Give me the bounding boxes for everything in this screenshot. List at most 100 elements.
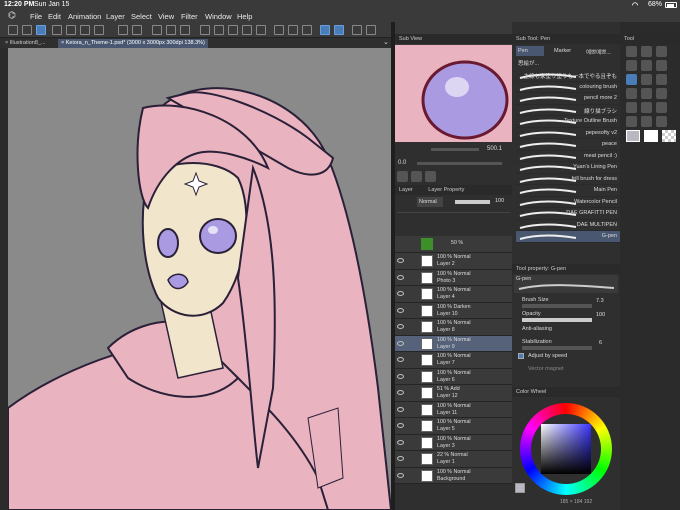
snap-icon[interactable] — [274, 25, 284, 35]
stroke-icon[interactable] — [320, 25, 330, 35]
layer-row[interactable]: 100 % Normal Layer 6 — [395, 368, 512, 385]
brush-item[interactable]: colouring brush — [516, 82, 620, 93]
layer-row[interactable]: 22 % Normal Layer 1 — [395, 451, 512, 468]
eye-icon[interactable] — [397, 472, 404, 478]
eye-icon[interactable] — [397, 340, 404, 346]
brush-item[interactable]: meat pencil :) — [516, 151, 620, 162]
zoom-tool-icon[interactable] — [626, 46, 637, 57]
tab-keiora-theme[interactable]: × Keiora_n_Theme-1.psd* (3000 x 3000px 3… — [58, 39, 208, 48]
drawing-canvas[interactable] — [8, 48, 391, 510]
opacity-slider[interactable] — [522, 318, 592, 322]
export-icon[interactable] — [94, 25, 104, 35]
eyedropper-tool-icon[interactable] — [656, 60, 667, 71]
eye-icon[interactable] — [397, 423, 404, 428]
cut-icon[interactable] — [152, 25, 162, 35]
brush-item[interactable]: Main Pen — [516, 185, 620, 197]
layer-row[interactable]: 100 % Normal Layer 2 — [395, 253, 512, 270]
undo-icon[interactable] — [118, 25, 128, 35]
blend-mode-select[interactable]: Normal — [417, 197, 443, 207]
stroke-alt-icon[interactable] — [334, 25, 344, 35]
transform-icon[interactable] — [228, 25, 238, 35]
brush-item[interactable]: G-pen — [516, 231, 620, 243]
clear-icon[interactable] — [200, 25, 210, 35]
brush-tool-icon[interactable] — [656, 74, 667, 85]
brush-item[interactable]: pepesofty v2 — [516, 128, 620, 139]
zoom-slider[interactable] — [431, 148, 479, 151]
layer-row-top[interactable]: 50 % — [395, 236, 512, 253]
tab-layer[interactable]: Layer — [399, 187, 413, 193]
layer-row[interactable]: 100 % Normal Layer 4 — [395, 286, 512, 303]
eye-icon[interactable] — [397, 291, 404, 296]
zoom-in-icon[interactable] — [397, 171, 408, 182]
eye-icon[interactable] — [397, 373, 404, 379]
perspective-icon[interactable] — [366, 25, 376, 35]
pencil-tool-icon[interactable] — [641, 74, 652, 85]
fit-icon[interactable] — [22, 25, 32, 35]
symmetry-icon[interactable] — [352, 25, 362, 35]
layer-row[interactable]: 100 % Normal Layer 5 — [395, 418, 512, 435]
brush-item[interactable]: Yuan's Lining Pen — [516, 162, 620, 174]
menu-window[interactable]: Window — [205, 12, 232, 21]
layer-row[interactable]: 100 % Normal Layer 11 — [395, 401, 512, 418]
menu-help[interactable]: Help — [237, 12, 252, 21]
tab-illustration8[interactable]: × Illustration8_... — [2, 39, 56, 48]
brush-item[interactable]: peace — [516, 139, 620, 151]
pen-tool-icon[interactable] — [626, 74, 637, 85]
sub-color-swatch[interactable] — [644, 130, 658, 142]
app-logo-icon[interactable]: ⌬ — [8, 10, 16, 21]
menu-layer[interactable]: Layer — [106, 12, 125, 21]
eye-icon[interactable] — [397, 406, 404, 412]
brush-item[interactable]: pencil more 2 — [516, 93, 620, 105]
menu-select[interactable]: Select — [131, 12, 152, 21]
layer-row[interactable]: 100 % Normal Layer 8 — [395, 319, 512, 336]
eye-icon[interactable] — [397, 456, 404, 461]
decoration-tool-icon[interactable] — [641, 88, 652, 99]
frame-tool-icon[interactable] — [641, 116, 652, 127]
eye-icon[interactable] — [397, 439, 404, 445]
menu-view[interactable]: View — [158, 12, 174, 21]
chevron-down-icon[interactable]: ⌄ — [383, 38, 389, 46]
layer-row[interactable]: 100 % Darken Layer 10 — [395, 302, 512, 319]
figure-tool-icon[interactable] — [626, 116, 637, 127]
stabilization-slider[interactable] — [522, 346, 592, 350]
menu-edit[interactable]: Edit — [48, 12, 61, 21]
brush-item[interactable]: frill brush for dress — [516, 174, 620, 185]
brush-item[interactable]: 主線も家塗り塗りも一本でやる且ぞも — [516, 70, 620, 82]
eye-icon[interactable] — [397, 324, 404, 329]
quick-access-icon[interactable] — [36, 25, 46, 35]
eye-icon[interactable] — [397, 390, 404, 395]
ruler-icon[interactable] — [288, 25, 298, 35]
layer-row[interactable]: 51 % Add Layer 12 — [395, 385, 512, 402]
rotate-slider[interactable] — [417, 162, 502, 165]
layer-row[interactable]: 100 % Normal Layer 3 — [395, 434, 512, 451]
brush-item[interactable]: 線り描ブラシ — [516, 105, 620, 116]
eye-icon[interactable] — [397, 274, 404, 280]
fill-icon[interactable] — [214, 25, 224, 35]
hamburger-icon[interactable] — [8, 25, 18, 35]
new-file-icon[interactable] — [52, 25, 62, 35]
deselect-icon[interactable] — [242, 25, 252, 35]
wand-tool-icon[interactable] — [641, 60, 652, 71]
main-color-swatch[interactable] — [626, 130, 640, 142]
menu-animation[interactable]: Animation — [68, 12, 101, 21]
layer-row[interactable]: 100 % Normal Photo 3 — [395, 269, 512, 286]
blend-tool-icon[interactable] — [626, 102, 637, 113]
layer-row[interactable]: 100 % Normal Layer 9 — [395, 335, 512, 352]
brush-item[interactable]: DAE MULTIPEN — [516, 220, 620, 231]
zoom-out-icon[interactable] — [411, 171, 422, 182]
lasso-tool-icon[interactable] — [626, 60, 637, 71]
current-color-swatch[interactable] — [515, 483, 525, 493]
eye-icon[interactable] — [397, 357, 404, 362]
layer-row[interactable]: 100 % Normal Background — [395, 467, 512, 484]
tab-marker[interactable]: Marker — [552, 46, 582, 56]
airbrush-tool-icon[interactable] — [626, 88, 637, 99]
fit-view-icon[interactable] — [425, 171, 436, 182]
brush-size-slider[interactable] — [522, 304, 592, 308]
tab-pen[interactable]: Pen — [516, 46, 544, 56]
open-file-icon[interactable] — [66, 25, 76, 35]
redo-icon[interactable] — [132, 25, 142, 35]
fill-tool-icon[interactable] — [641, 102, 652, 113]
brush-item[interactable]: Watercolor Pencil — [516, 197, 620, 208]
copy-icon[interactable] — [166, 25, 176, 35]
save-icon[interactable] — [80, 25, 90, 35]
